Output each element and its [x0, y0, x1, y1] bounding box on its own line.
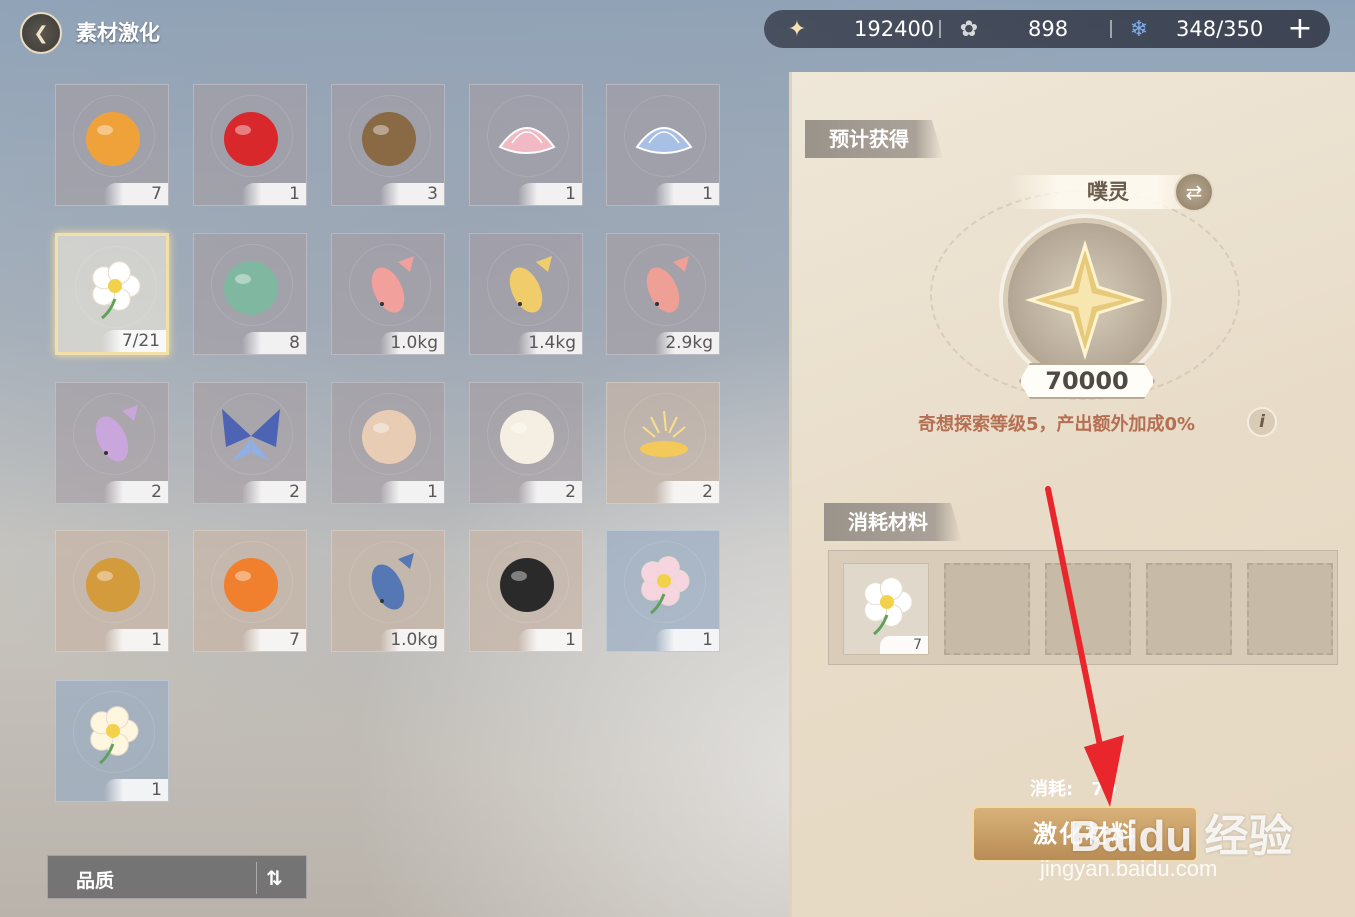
pink-fish-2-icon: [629, 252, 699, 322]
back-button[interactable]: ❮: [20, 12, 62, 54]
material-cell-golden-fish[interactable]: 1.4kg: [469, 233, 583, 355]
currency-ribbon: ✿ 898: [954, 10, 1068, 48]
consume-slot-white-flower[interactable]: 7: [843, 563, 929, 655]
material-count: 2: [655, 481, 719, 503]
white-flower-icon: [80, 254, 150, 324]
result-item-orb: [1003, 218, 1167, 382]
purple-bird-icon: [78, 401, 148, 471]
watermark: Baidu 经验 jingyan.baidu.com: [1040, 800, 1293, 881]
currency-energy: ❄ 348/350: [1124, 10, 1263, 48]
material-count: 1: [380, 481, 444, 503]
page-title: 素材激化: [76, 21, 160, 45]
red-arrow-annotation: [1045, 486, 1124, 807]
consume-slot-empty[interactable]: [1146, 563, 1232, 655]
white-snail-icon: [492, 401, 562, 471]
material-count: 2: [518, 481, 582, 503]
material-cell-red-pepper[interactable]: 1: [193, 84, 307, 206]
material-count: 7/21: [102, 330, 166, 352]
consume-slot-empty[interactable]: [1247, 563, 1333, 655]
blue-fish-icon: [354, 549, 424, 619]
consume-materials-title: 消耗材料: [824, 503, 962, 541]
white-flower-icon: [852, 570, 922, 644]
quality-filter[interactable]: 品质 ⇅: [47, 855, 307, 899]
material-cell-white-snail[interactable]: 2: [469, 382, 583, 504]
material-cell-bee[interactable]: 1: [469, 530, 583, 652]
material-cell-golden-sparkle[interactable]: 2: [606, 382, 720, 504]
material-count: 1: [104, 779, 168, 801]
red-pepper-icon: [216, 103, 286, 173]
material-cell-orange-citrus[interactable]: 7: [193, 530, 307, 652]
currency-bar: ✦ 192400 ✿ 898 ❄ 348/350 +: [764, 10, 1330, 48]
material-count: 1: [518, 183, 582, 205]
material-count: 7: [104, 183, 168, 205]
material-count: 8: [242, 332, 306, 354]
material-cell-mushroom[interactable]: 1: [331, 382, 445, 504]
material-count: 1: [655, 183, 719, 205]
material-count: 1: [655, 629, 719, 651]
watermark-url: jingyan.baidu.com: [1040, 856, 1218, 881]
acorn-icon: [78, 549, 148, 619]
material-count: 1.0kg: [380, 332, 444, 354]
material-cell-blue-shell[interactable]: 1: [606, 84, 720, 206]
mushroom-icon: [354, 401, 424, 471]
ribbon-icon: ✿: [959, 16, 979, 42]
bonus-text: 奇想探索等级5，产出额外加成0%: [918, 414, 1196, 435]
golden-sparkle-icon: [629, 401, 699, 471]
currency-star-value: 192400: [854, 17, 935, 41]
green-cabbage-icon: [216, 252, 286, 322]
material-cell-white-flower[interactable]: 7/21: [55, 233, 169, 355]
bee-icon: [492, 549, 562, 619]
sort-arrows-icon[interactable]: ⇅: [256, 862, 292, 894]
material-cell-green-cabbage[interactable]: 8: [193, 233, 307, 355]
golden-fish-icon: [492, 252, 562, 322]
material-cell-white-blossom[interactable]: 1: [55, 680, 169, 802]
material-cell-blue-fish[interactable]: 1.0kg: [331, 530, 445, 652]
material-cell-blue-butterfly[interactable]: 2: [193, 382, 307, 504]
info-icon[interactable]: i: [1247, 407, 1277, 437]
quality-label: 品质: [76, 870, 115, 892]
material-count: 1.4kg: [518, 332, 582, 354]
blue-butterfly-icon: [216, 401, 286, 471]
orange-citrus-icon: [216, 549, 286, 619]
material-count: 1.0kg: [380, 629, 444, 651]
consume-slot-empty[interactable]: [944, 563, 1030, 655]
currency-energy-value: 348/350: [1176, 17, 1264, 41]
swap-icon: ⇄: [1185, 180, 1203, 204]
material-cell-pink-orchid[interactable]: 1: [606, 530, 720, 652]
material-cell-acorn[interactable]: 1: [55, 530, 169, 652]
consume-count: 7: [880, 636, 928, 654]
watermark-logo: Baidu 经验: [1070, 812, 1293, 861]
material-cell-pink-fish[interactable]: 1.0kg: [331, 233, 445, 355]
swap-button[interactable]: ⇄: [1174, 172, 1214, 212]
material-cell-orange-fruit[interactable]: 7: [55, 84, 169, 206]
pink-fish-icon: [354, 252, 424, 322]
white-blossom-icon: [78, 699, 148, 769]
add-energy-button[interactable]: +: [1284, 13, 1316, 45]
material-cell-pink-shell[interactable]: 1: [469, 84, 583, 206]
star-gem-icon: ✦: [787, 16, 807, 42]
result-amount: 70000: [1019, 363, 1155, 399]
material-count: 1: [518, 629, 582, 651]
material-cell-purple-bird[interactable]: 2: [55, 382, 169, 504]
material-count: 2.9kg: [655, 332, 719, 354]
material-count: 2: [242, 481, 306, 503]
material-count: 3: [380, 183, 444, 205]
material-count: 7: [242, 629, 306, 651]
star-gem-icon: [1024, 239, 1146, 361]
currency-ribbon-value: 898: [1028, 17, 1069, 41]
pink-shell-icon: [492, 103, 562, 173]
blue-flame-icon: ❄: [1129, 16, 1149, 42]
blue-shell-icon: [629, 103, 699, 173]
orange-fruit-icon: [78, 103, 148, 173]
material-count: 1: [242, 183, 306, 205]
material-count: 1: [104, 629, 168, 651]
pink-orchid-icon: [629, 549, 699, 619]
material-count: 2: [104, 481, 168, 503]
currency-star: ✦ 192400: [782, 10, 934, 48]
back-arrow-icon: ❮: [33, 22, 49, 44]
material-cell-pine-cone[interactable]: 3: [331, 84, 445, 206]
expected-gain-title: 预计获得: [805, 120, 943, 158]
material-cell-pink-fish-2[interactable]: 2.9kg: [606, 233, 720, 355]
pine-cone-icon: [354, 103, 424, 173]
